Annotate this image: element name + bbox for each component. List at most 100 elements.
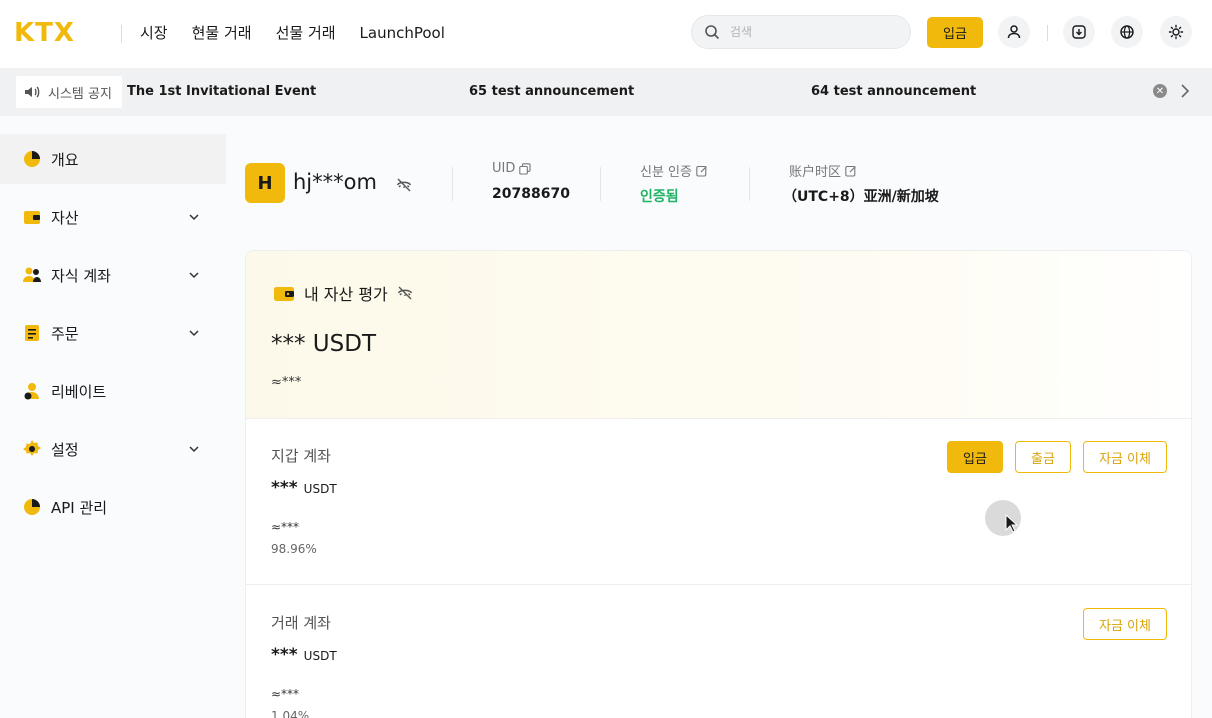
user-icon (1007, 25, 1021, 39)
main-nav: 시장 현물 거래 선물 거래 LaunchPool (140, 22, 445, 44)
settings-icon (23, 440, 41, 456)
logo-letter-t: T (35, 18, 53, 48)
nav-launchpool[interactable]: LaunchPool (360, 22, 445, 44)
wallet-account-value: *** USDT (271, 478, 337, 498)
wallet-icon (274, 287, 294, 301)
sun-icon (1168, 24, 1184, 40)
top-header: K T X 시장 현물 거래 선물 거래 LaunchPool 입금 (0, 0, 1212, 68)
mouse-cursor-icon (1005, 514, 1019, 533)
deposit-button-top[interactable]: 입금 (927, 17, 983, 48)
trade-account-title: 거래 계좌 (271, 614, 331, 632)
trade-value: *** (271, 645, 298, 665)
header-divider (1047, 25, 1048, 41)
wallet-percent: 98.96% (271, 542, 317, 556)
timezone-value: （UTC+8）亚洲/新加坡 (783, 189, 939, 205)
divider (749, 167, 750, 201)
uid-label-group: UID (492, 161, 531, 176)
system-notice-label: 시스템 공지 (48, 86, 112, 102)
sidebar-item-orders[interactable]: 주문 (0, 308, 226, 358)
logo-divider (121, 25, 122, 43)
avatar: H (245, 163, 285, 203)
uid-label: UID (492, 161, 516, 176)
kyc-label-group: 신분 인증 (640, 161, 708, 180)
wallet-unit: USDT (303, 482, 337, 496)
theme-button[interactable] (1160, 16, 1192, 48)
edit-icon[interactable] (845, 165, 857, 177)
copy-icon[interactable] (519, 162, 531, 175)
sidebar-item-assets[interactable]: 자산 (0, 192, 226, 242)
transfer-button[interactable]: 자금 이체 (1083, 441, 1167, 473)
asset-card: 내 자산 평가 *** USDT ≈*** 지갑 계좌 *** USDT ≈***… (245, 250, 1192, 718)
eye-off-icon[interactable] (397, 285, 413, 301)
overview-icon (24, 151, 40, 167)
asset-title-row: 내 자산 평가 (273, 281, 413, 305)
chevron-down-icon (189, 214, 199, 221)
search-input[interactable] (730, 25, 890, 39)
announcement-bar: 시스템 공지 The 1st Invitational Event 65 tes… (0, 68, 1212, 116)
trade-approx: ≈*** (271, 687, 300, 701)
username: hj***om (293, 170, 377, 194)
wallet-account-title: 지갑 계좌 (271, 447, 331, 465)
sidebar-item-overview[interactable]: 개요 (0, 134, 226, 184)
sidebar-item-label: 설정 (51, 440, 79, 459)
withdraw-button[interactable]: 출금 (1015, 441, 1071, 473)
nav-spot[interactable]: 현물 거래 (192, 22, 252, 44)
sidebar-item-subaccounts[interactable]: 자식 계좌 (0, 250, 226, 300)
chevron-right-icon[interactable] (1180, 83, 1190, 99)
total-asset-approx: ≈*** (271, 375, 302, 390)
announcement-item[interactable]: 65 test announcement (469, 84, 634, 100)
system-notice-tag[interactable]: 시스템 공지 (16, 76, 122, 108)
nav-futures[interactable]: 선물 거래 (276, 22, 336, 44)
nav-market[interactable]: 시장 (140, 22, 168, 44)
announcement-item[interactable]: 64 test announcement (811, 84, 976, 100)
wallet-account-section: 지갑 계좌 *** USDT ≈*** 98.96% 입금 출금 자금 이체 (246, 419, 1191, 585)
edit-icon[interactable] (696, 165, 708, 177)
users-icon (23, 267, 41, 282)
download-button[interactable] (1063, 16, 1095, 48)
sidebar-item-rebate[interactable]: 리베이트 (0, 366, 226, 416)
trade-account-value: *** USDT (271, 645, 337, 665)
sidebar-item-label: API 관리 (51, 498, 108, 517)
divider (452, 167, 453, 201)
uid-value: 20788670 (492, 186, 570, 202)
timezone-label-group: 账户时区 (789, 161, 857, 180)
close-announcement-icon[interactable]: ✕ (1153, 84, 1167, 98)
logo-letter-x: X (53, 18, 74, 48)
sidebar-item-label: 주문 (51, 324, 79, 343)
globe-icon (1120, 25, 1134, 39)
speaker-icon (25, 86, 40, 98)
chevron-down-icon (189, 330, 199, 337)
divider (600, 167, 601, 201)
asset-summary: 내 자산 평가 *** USDT ≈*** (246, 251, 1191, 419)
eye-off-icon[interactable] (396, 177, 412, 193)
logo-letter-k: K (14, 18, 34, 48)
sidebar-item-label: 자식 계좌 (51, 266, 111, 285)
wallet-value: *** (271, 478, 298, 498)
total-asset-value: *** USDT (271, 331, 377, 357)
deposit-button[interactable]: 입금 (947, 441, 1003, 473)
kyc-label: 신분 인증 (640, 165, 692, 180)
chevron-down-icon (189, 272, 199, 279)
wallet-approx: ≈*** (271, 520, 300, 534)
search-box[interactable] (691, 15, 911, 49)
sidebar-item-label: 개요 (51, 150, 79, 169)
trade-unit: USDT (303, 649, 337, 663)
sidebar-item-api[interactable]: API 관리 (0, 482, 226, 532)
order-icon (25, 325, 39, 341)
download-icon (1072, 25, 1086, 39)
api-icon (24, 499, 40, 515)
language-button[interactable] (1111, 16, 1143, 48)
trade-transfer-button[interactable]: 자금 이체 (1083, 608, 1167, 640)
sidebar-item-settings[interactable]: 설정 (0, 424, 226, 474)
rebate-icon (24, 383, 39, 400)
trade-percent: 1.04% (271, 709, 310, 718)
kyc-status: 인증됨 (640, 189, 679, 205)
sidebar-item-label: 자산 (51, 208, 79, 227)
logo[interactable]: K T X (14, 18, 74, 48)
timezone-label: 账户时区 (789, 165, 842, 180)
wallet-icon (24, 211, 40, 224)
asset-title: 내 자산 평가 (304, 285, 388, 304)
announcement-item[interactable]: The 1st Invitational Event (127, 84, 316, 100)
user-button[interactable] (998, 16, 1030, 48)
sidebar-item-label: 리베이트 (51, 382, 107, 401)
